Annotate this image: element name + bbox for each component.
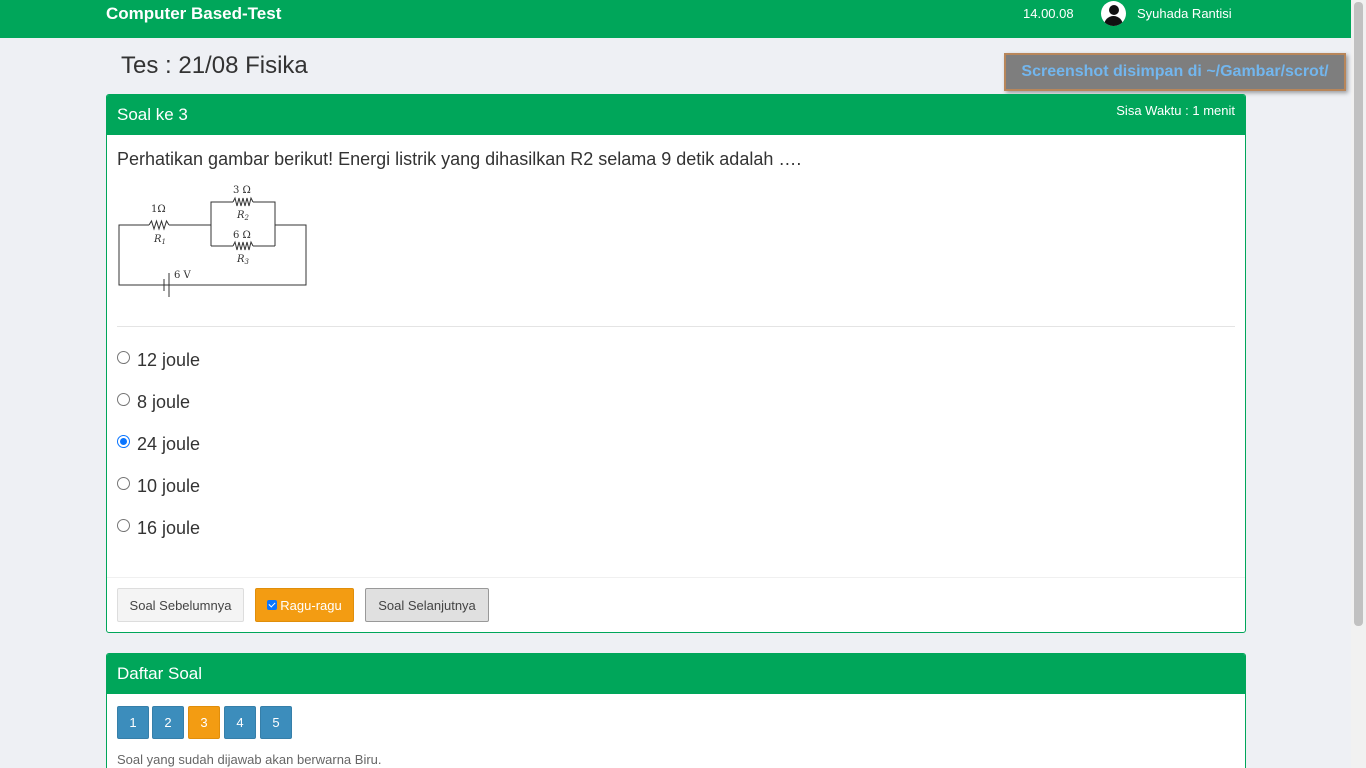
option-label[interactable]: 16 joule [137,518,200,539]
r1-name-label: R1 [153,234,166,246]
battery-label: 6 V [174,270,192,281]
panel-footer-divider [107,577,1245,578]
question-nav-button-4[interactable]: 4 [224,706,256,739]
page-title: Tes : 21/08 Fisika [121,52,308,79]
doubt-checkbox-icon[interactable] [267,600,278,610]
clock: 14.00.08 [1023,6,1074,21]
answer-option-a[interactable]: 12 joule [117,350,200,371]
question-panel: Soal ke 3 Sisa Waktu : 1 menit Perhatika… [106,94,1246,633]
question-nav-button-5[interactable]: 5 [260,706,292,739]
top-navbar: Computer Based-Test 14.00.08 Syuhada Ran… [0,0,1351,38]
radio-button[interactable] [117,477,130,490]
question-text: Perhatikan gambar berikut! Energi listri… [117,149,802,169]
radio-button-selected[interactable] [117,435,130,448]
answer-option-d[interactable]: 10 joule [117,476,200,497]
r3-value-label: 6 Ω [233,230,251,241]
app-brand[interactable]: Computer Based-Test [106,4,281,24]
question-list-panel: Daftar Soal 1 2 3 4 5 Soal yang sudah di… [106,653,1246,768]
previous-question-button[interactable]: Soal Sebelumnya [117,588,244,622]
toast-text: Screenshot disimpan di ~/Gambar/scrot/ [1021,63,1329,80]
radio-button[interactable] [117,519,130,532]
user-menu[interactable]: Syuhada Rantisi [1101,1,1232,26]
answered-hint: Soal yang sudah dijawab akan berwarna Bi… [117,752,382,767]
remaining-time: Sisa Waktu : 1 menit [1116,103,1235,118]
question-nav-button-3[interactable]: 3 [188,706,220,739]
question-nav-button-1[interactable]: 1 [117,706,149,739]
next-question-button[interactable]: Soal Selanjutnya [365,588,489,622]
question-list-header: Daftar Soal [107,654,1245,694]
r2-name-label: R2 [236,210,250,222]
option-label[interactable]: 10 joule [137,476,200,497]
question-list-title: Daftar Soal [117,664,203,683]
option-label[interactable]: 8 joule [137,392,190,413]
r1-value-label: 1Ω [151,204,166,215]
scrollbar-thumb[interactable] [1354,2,1363,626]
radio-button[interactable] [117,393,130,406]
user-avatar-icon [1101,1,1126,26]
page-scrollbar[interactable] [1351,0,1366,768]
username: Syuhada Rantisi [1137,6,1232,21]
answer-option-b[interactable]: 8 joule [117,392,190,413]
r2-value-label: 3 Ω [233,185,251,196]
doubt-button[interactable]: Ragu-ragu [255,588,354,622]
question-panel-header: Soal ke 3 Sisa Waktu : 1 menit [107,95,1245,135]
radio-button[interactable] [117,351,130,364]
screenshot-toast: Screenshot disimpan di ~/Gambar/scrot/ [1004,53,1346,91]
question-nav-button-2[interactable]: 2 [152,706,184,739]
doubt-button-label: Ragu-ragu [280,597,342,613]
answer-option-c[interactable]: 24 joule [117,434,200,455]
answer-option-e[interactable]: 16 joule [117,518,200,539]
r3-name-label: R3 [236,254,250,266]
option-label[interactable]: 24 joule [137,434,200,455]
option-label[interactable]: 12 joule [137,350,200,371]
question-divider [117,326,1235,327]
circuit-diagram: 1Ω R1 3 Ω R2 6 Ω R3 6 V [118,185,307,297]
question-number: Soal ke 3 [117,105,188,124]
